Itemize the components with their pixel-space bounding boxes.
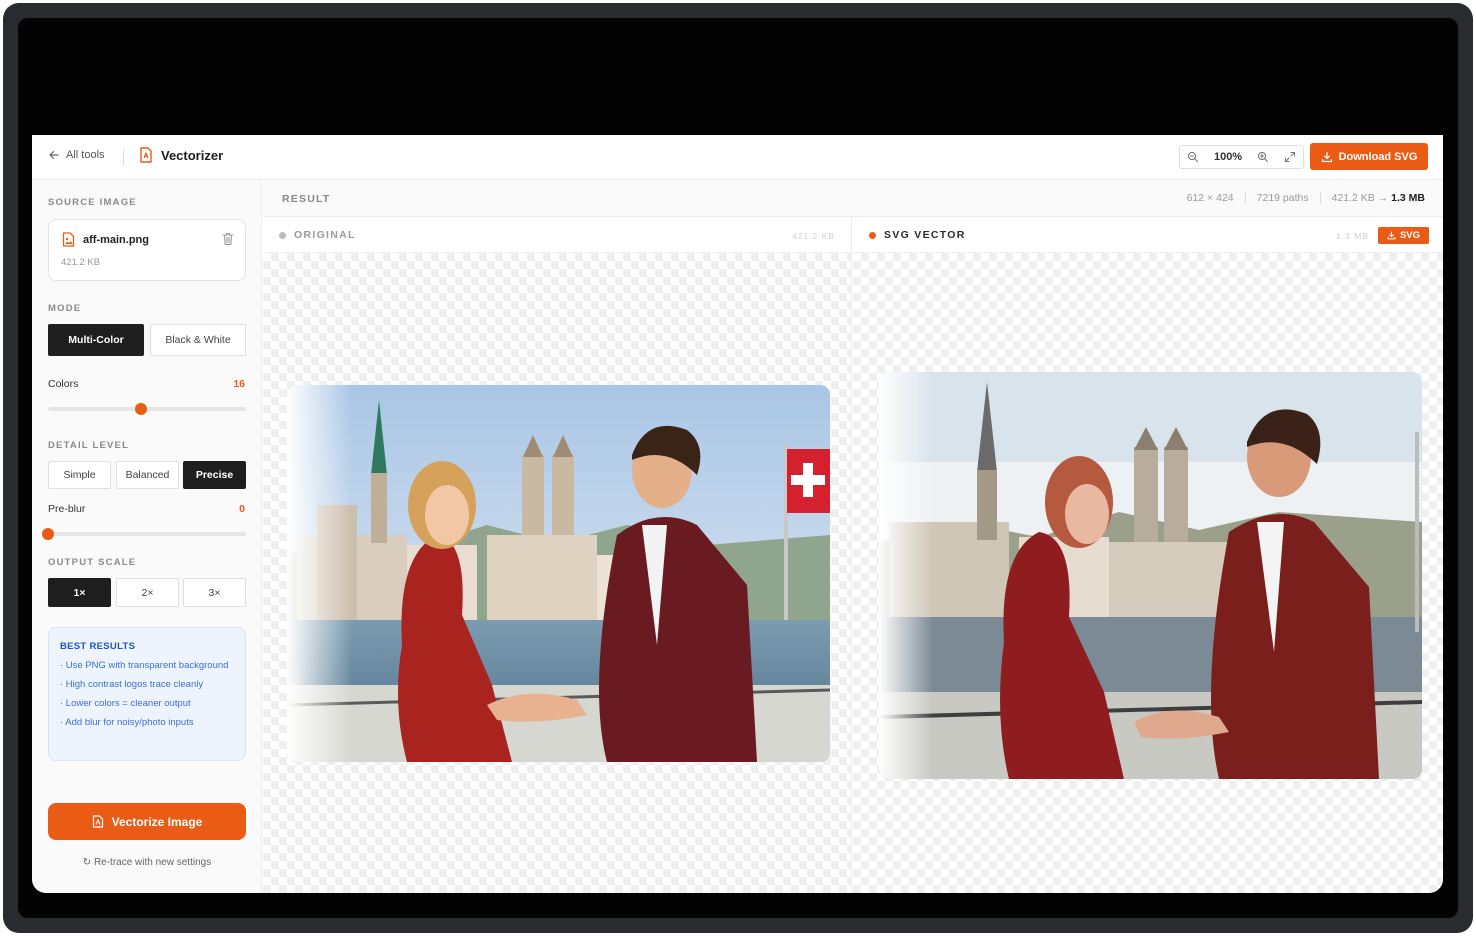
- fit-expand-icon[interactable]: [1284, 151, 1296, 163]
- output-scale-heading: OUTPUT SCALE: [48, 557, 137, 568]
- original-pane-header: ORIGINAL 421.2 KB: [263, 217, 851, 253]
- stats-divider: [1244, 192, 1246, 204]
- original-label: ORIGINAL: [294, 229, 356, 241]
- stats-divider: [1319, 192, 1321, 204]
- app-title: Vectorizer: [161, 147, 224, 163]
- detail-balanced-button[interactable]: Balanced: [116, 461, 179, 489]
- vector-label: SVG VECTOR: [884, 229, 966, 241]
- zoom-out-icon[interactable]: [1187, 151, 1199, 163]
- preblur-value: 0: [239, 503, 245, 515]
- all-tools-link[interactable]: All tools: [48, 149, 105, 161]
- download-svg-label: Download SVG: [1338, 150, 1418, 163]
- vector-photo-graphic: [879, 372, 1422, 779]
- colors-value: 16: [233, 378, 245, 390]
- download-icon: [1387, 231, 1396, 240]
- tip-item: · Add blur for noisy/photo inputs: [60, 717, 194, 728]
- original-size: 421.2 KB: [792, 231, 835, 241]
- result-header: RESULT 612 × 424 7219 paths 421.2 KB → 1…: [263, 180, 1443, 217]
- detail-level-heading: DETAIL LEVEL: [48, 440, 130, 451]
- file-name: aff-main.png: [83, 234, 149, 246]
- scale-2x-button[interactable]: 2×: [116, 578, 179, 607]
- zoom-control: 100%: [1179, 145, 1304, 169]
- tips-title: BEST RESULTS: [60, 641, 136, 652]
- svg-tag-label: SVG: [1399, 230, 1421, 241]
- zoom-level: 100%: [1213, 151, 1243, 163]
- tip-item: · High contrast logos trace cleanly: [60, 679, 204, 690]
- status-dot: [869, 231, 876, 239]
- detail-precise-button[interactable]: Precise: [183, 461, 246, 489]
- all-tools-label: All tools: [66, 149, 105, 161]
- vector-pane-header: SVG VECTOR 1.3 MB SVG: [853, 217, 1443, 253]
- colors-slider-track[interactable]: [48, 403, 246, 415]
- zoom-in-icon[interactable]: [1257, 151, 1269, 163]
- image-file-icon: [62, 232, 75, 247]
- vector-title: SVG VECTOR: [869, 229, 966, 241]
- preblur-slider-handle[interactable]: [42, 528, 54, 540]
- vector-size: 1.3 MB: [1336, 231, 1369, 241]
- svg-download-tag[interactable]: SVG: [1378, 227, 1429, 244]
- vectorize-image-label: Vectorize Image: [111, 814, 203, 829]
- tip-item: · Use PNG with transparent background: [60, 660, 229, 671]
- vectorize-file-icon: [92, 815, 103, 828]
- download-icon: [1321, 151, 1332, 162]
- source-file-card[interactable]: aff-main.png 421.2 KB: [48, 219, 246, 281]
- vector-image: [879, 372, 1422, 779]
- mode-heading: MODE: [48, 303, 82, 314]
- file-size: 421.2 KB: [61, 257, 101, 268]
- app-brand: Vectorizer: [139, 147, 223, 163]
- mode-black-white-button[interactable]: Black & White: [150, 324, 246, 356]
- settings-sidebar: SOURCE IMAGE aff-main.png 421.2 KB MODE …: [32, 180, 262, 893]
- path-count: 7219 paths: [1256, 192, 1309, 204]
- size-arrow: →: [1377, 192, 1389, 204]
- transparency-background: [263, 253, 851, 893]
- retrace-link[interactable]: ↻ Re-trace with new settings: [48, 857, 246, 868]
- mode-multi-color-button[interactable]: Multi-Color: [48, 324, 144, 356]
- result-heading: RESULT: [282, 193, 331, 205]
- image-dimensions: 612 × 424: [1186, 192, 1234, 204]
- original-pane: ORIGINAL 421.2 KB: [263, 217, 852, 893]
- result-area: RESULT 612 × 424 7219 paths 421.2 KB → 1…: [263, 180, 1443, 893]
- colors-label: Colors: [48, 378, 79, 390]
- original-photo-graphic: [287, 385, 830, 762]
- divider: [123, 149, 124, 166]
- size-before: 421.2 KB: [1331, 192, 1375, 204]
- colors-slider-handle[interactable]: [135, 403, 148, 415]
- vectorizer-app: All tools Vectorizer 100% Download SVG S…: [32, 135, 1443, 893]
- source-image-heading: SOURCE IMAGE: [48, 197, 137, 208]
- vectorize-image-button[interactable]: Vectorize Image: [48, 803, 246, 840]
- retrace-label: Re-trace with new settings: [93, 857, 212, 868]
- status-dot: [279, 231, 286, 239]
- refresh-icon: ↻: [82, 857, 92, 868]
- size-after: 1.3 MB: [1391, 192, 1425, 204]
- preblur-slider-track[interactable]: [42, 528, 246, 540]
- size-comparison: 421.2 KB → 1.3 MB: [1332, 192, 1425, 204]
- download-svg-button[interactable]: Download SVG: [1310, 143, 1428, 170]
- result-stats: 612 × 424 7219 paths 421.2 KB → 1.3 MB: [1187, 192, 1425, 204]
- original-title: ORIGINAL: [279, 229, 356, 241]
- scale-3x-button[interactable]: 3×: [183, 578, 246, 607]
- scale-1x-button[interactable]: 1×: [48, 578, 111, 607]
- vector-pane: SVG VECTOR 1.3 MB SVG: [853, 217, 1443, 893]
- detail-simple-button[interactable]: Simple: [48, 461, 111, 489]
- original-image: [287, 385, 830, 762]
- best-results-tips: BEST RESULTS · Use PNG with transparent …: [48, 627, 246, 761]
- vectorizer-file-icon: [140, 147, 152, 163]
- top-bar: All tools Vectorizer 100% Download SVG: [32, 135, 1443, 180]
- preblur-label: Pre-blur: [48, 503, 86, 515]
- trash-icon[interactable]: [222, 232, 234, 246]
- tip-item: · Lower colors = cleaner output: [60, 698, 191, 709]
- arrow-left-icon: [49, 150, 59, 160]
- transparency-background: [853, 253, 1443, 893]
